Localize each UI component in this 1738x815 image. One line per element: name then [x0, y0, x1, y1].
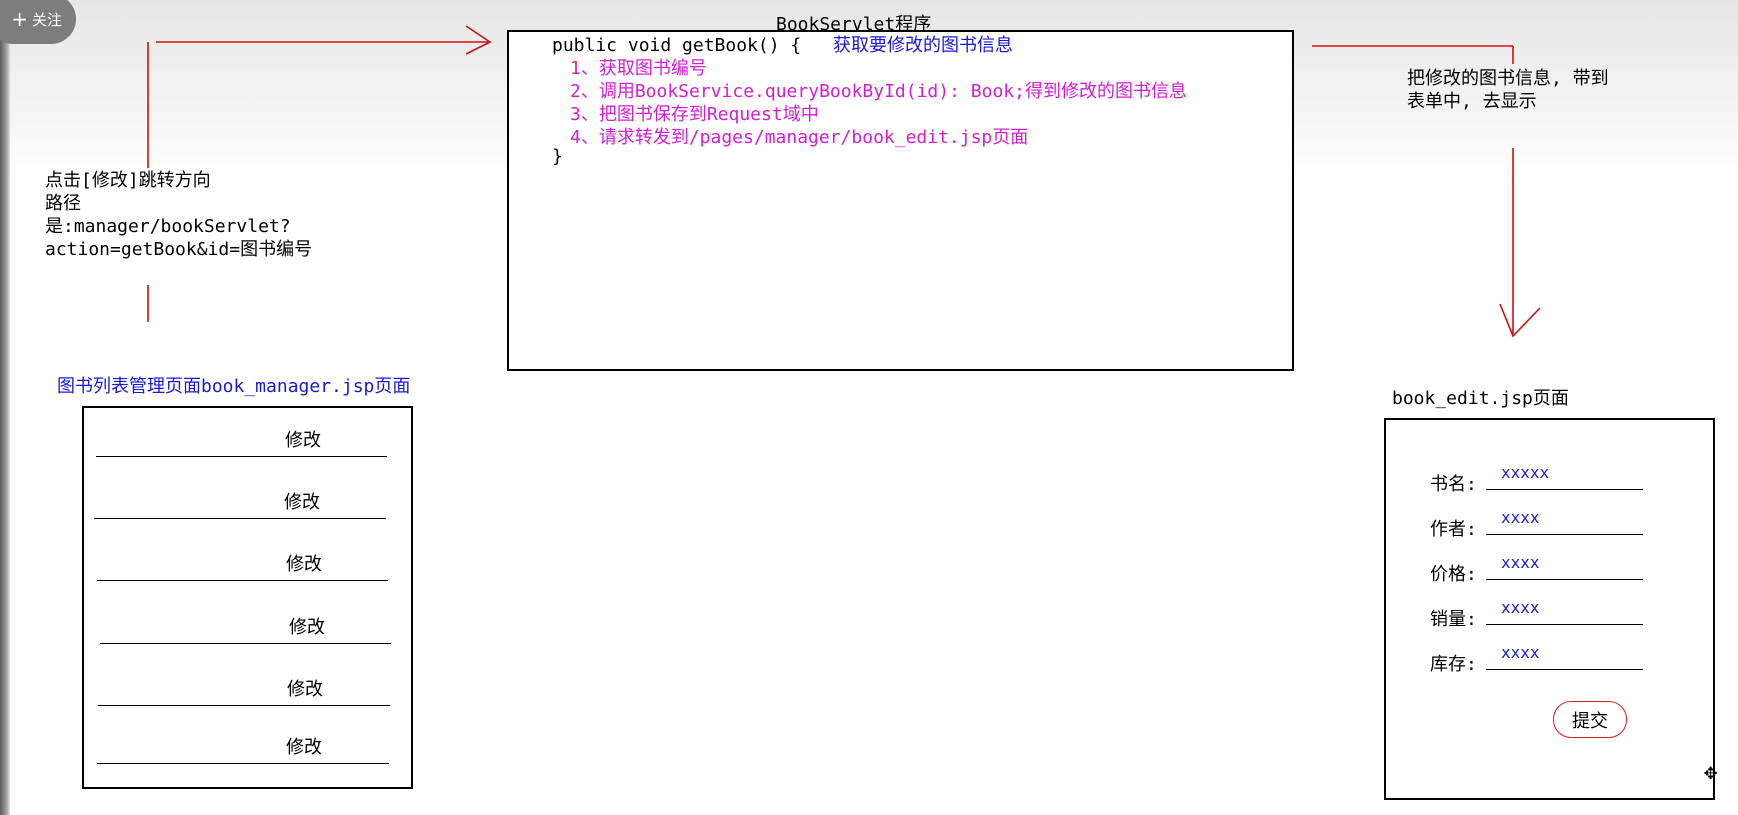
- row-divider-2: [94, 518, 386, 519]
- edit-link-1[interactable]: 修改: [285, 426, 321, 452]
- edit-link-2[interactable]: 修改: [284, 488, 320, 514]
- field-label-sales: 销量:: [1430, 609, 1477, 630]
- field-underline-author: [1486, 534, 1643, 535]
- field-label-stock: 库存:: [1430, 654, 1477, 675]
- servlet-step-3: 3、把图书保存到Request域中: [570, 104, 819, 125]
- manager-page-box: [82, 406, 413, 789]
- field-underline-price: [1486, 579, 1643, 580]
- left-note-line-2: 路径: [45, 193, 81, 214]
- servlet-step-2: 2、调用BookService.queryBookById(id): Book;…: [570, 81, 1187, 102]
- field-label-author: 作者:: [1430, 519, 1477, 540]
- servlet-close-brace: }: [552, 146, 563, 167]
- field-underline-stock: [1486, 669, 1643, 670]
- edit-page-title: book_edit.jsp页面: [1392, 388, 1569, 409]
- manager-page-title: 图书列表管理页面book_manager.jsp页面: [57, 376, 411, 397]
- edit-link-3[interactable]: 修改: [286, 550, 322, 576]
- edit-link-5[interactable]: 修改: [287, 675, 323, 701]
- field-underline-sales: [1486, 624, 1643, 625]
- arrow-head-to-edit: [1499, 303, 1541, 338]
- right-note-line-1: 把修改的图书信息, 带到: [1407, 68, 1609, 89]
- submit-button[interactable]: 提交: [1553, 701, 1627, 738]
- left-note-line-4: action=getBook&id=图书编号: [45, 239, 313, 260]
- servlet-comment: 获取要修改的图书信息: [833, 35, 1013, 56]
- row-divider-4: [100, 643, 391, 644]
- row-divider-5: [98, 705, 390, 706]
- arrow-head-to-servlet: [465, 25, 492, 55]
- left-note-line-1: 点击[修改]跳转方向: [45, 170, 211, 191]
- field-label-title: 书名:: [1430, 474, 1477, 495]
- row-divider-3: [97, 580, 388, 581]
- right-note-line-2: 表单中, 去显示: [1407, 91, 1537, 112]
- left-note-line-3: 是:manager/bookServlet?: [45, 216, 291, 237]
- field-value-title[interactable]: xxxxx: [1501, 463, 1549, 482]
- edit-link-4[interactable]: 修改: [289, 613, 325, 639]
- servlet-step-1: 1、获取图书编号: [570, 58, 707, 79]
- field-value-stock[interactable]: xxxx: [1501, 643, 1540, 662]
- field-underline-title: [1486, 489, 1643, 490]
- edit-link-6[interactable]: 修改: [286, 733, 322, 759]
- field-value-author[interactable]: xxxx: [1501, 508, 1540, 527]
- row-divider-6: [97, 763, 389, 764]
- field-value-sales[interactable]: xxxx: [1501, 598, 1540, 617]
- row-divider-1: [96, 456, 387, 457]
- field-label-price: 价格:: [1430, 564, 1477, 585]
- field-value-price[interactable]: xxxx: [1501, 553, 1540, 572]
- move-cursor-icon: ✥: [1704, 760, 1718, 785]
- servlet-step-4: 4、请求转发到/pages/manager/book_edit.jsp页面: [570, 127, 1029, 148]
- servlet-signature: public void getBook() {: [552, 35, 802, 56]
